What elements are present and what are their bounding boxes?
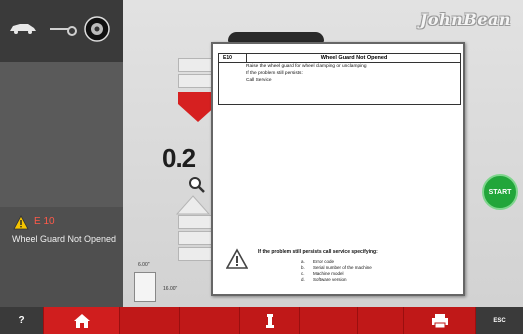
up-arrow-icon	[176, 195, 210, 215]
error-code: E 10	[34, 216, 55, 227]
dialog-line: If the problem still persists:	[246, 71, 303, 76]
service-item: d. Software version	[301, 277, 347, 282]
wheel-icon[interactable]	[84, 16, 110, 42]
clamp-icon	[265, 313, 274, 328]
magnifier-icon[interactable]	[188, 176, 206, 194]
wrench-icon[interactable]	[48, 22, 78, 36]
error-dialog: E10 Wheel Guard Not Opened Raise the whe…	[211, 42, 465, 296]
print-button[interactable]	[404, 307, 476, 334]
bottom-toolbar: ? ESC	[0, 307, 523, 334]
dialog-error-code: E10	[219, 54, 247, 63]
service-item: b. Serial number of the machine	[301, 265, 372, 270]
warning-icon	[13, 215, 29, 230]
home-button[interactable]	[44, 307, 120, 334]
brand-logo: JohnBean	[419, 10, 511, 29]
dialog-title: Wheel Guard Not Opened	[247, 54, 461, 63]
car-icon[interactable]	[8, 22, 38, 34]
error-message: Wheel Guard Not Opened	[12, 234, 117, 244]
start-button[interactable]: START	[482, 174, 518, 210]
clamp-button[interactable]	[240, 307, 300, 334]
dialog-line: Raise the wheel guard for wheel clamping…	[246, 64, 367, 69]
toolbar-slot	[120, 307, 180, 334]
service-header: If the problem still persists call servi…	[258, 249, 378, 255]
tire-graphic	[228, 32, 324, 42]
warning-icon	[226, 248, 248, 269]
toolbar-slot	[180, 307, 240, 334]
dimension-side: 16.00"	[163, 286, 178, 292]
service-item: c. Machine model	[301, 271, 344, 276]
screen: E 10 Wheel Guard Not Opened JohnBean 0.2…	[0, 0, 523, 334]
dialog-line: Call Service	[246, 78, 272, 83]
dimension-top: 6.00"	[138, 262, 150, 268]
help-button[interactable]: ?	[0, 307, 44, 334]
wheel-diagram	[134, 272, 156, 302]
balance-value: 0.2	[162, 143, 196, 173]
esc-button[interactable]: ESC	[476, 307, 523, 334]
home-icon	[73, 313, 90, 328]
toolbar-slot	[358, 307, 404, 334]
mode-icons-bar	[0, 0, 123, 62]
left-info-panel	[0, 62, 123, 207]
service-item: a. Error code	[301, 259, 335, 264]
left-panel: E 10 Wheel Guard Not Opened	[0, 0, 123, 307]
printer-icon	[431, 313, 448, 328]
toolbar-slot	[300, 307, 358, 334]
